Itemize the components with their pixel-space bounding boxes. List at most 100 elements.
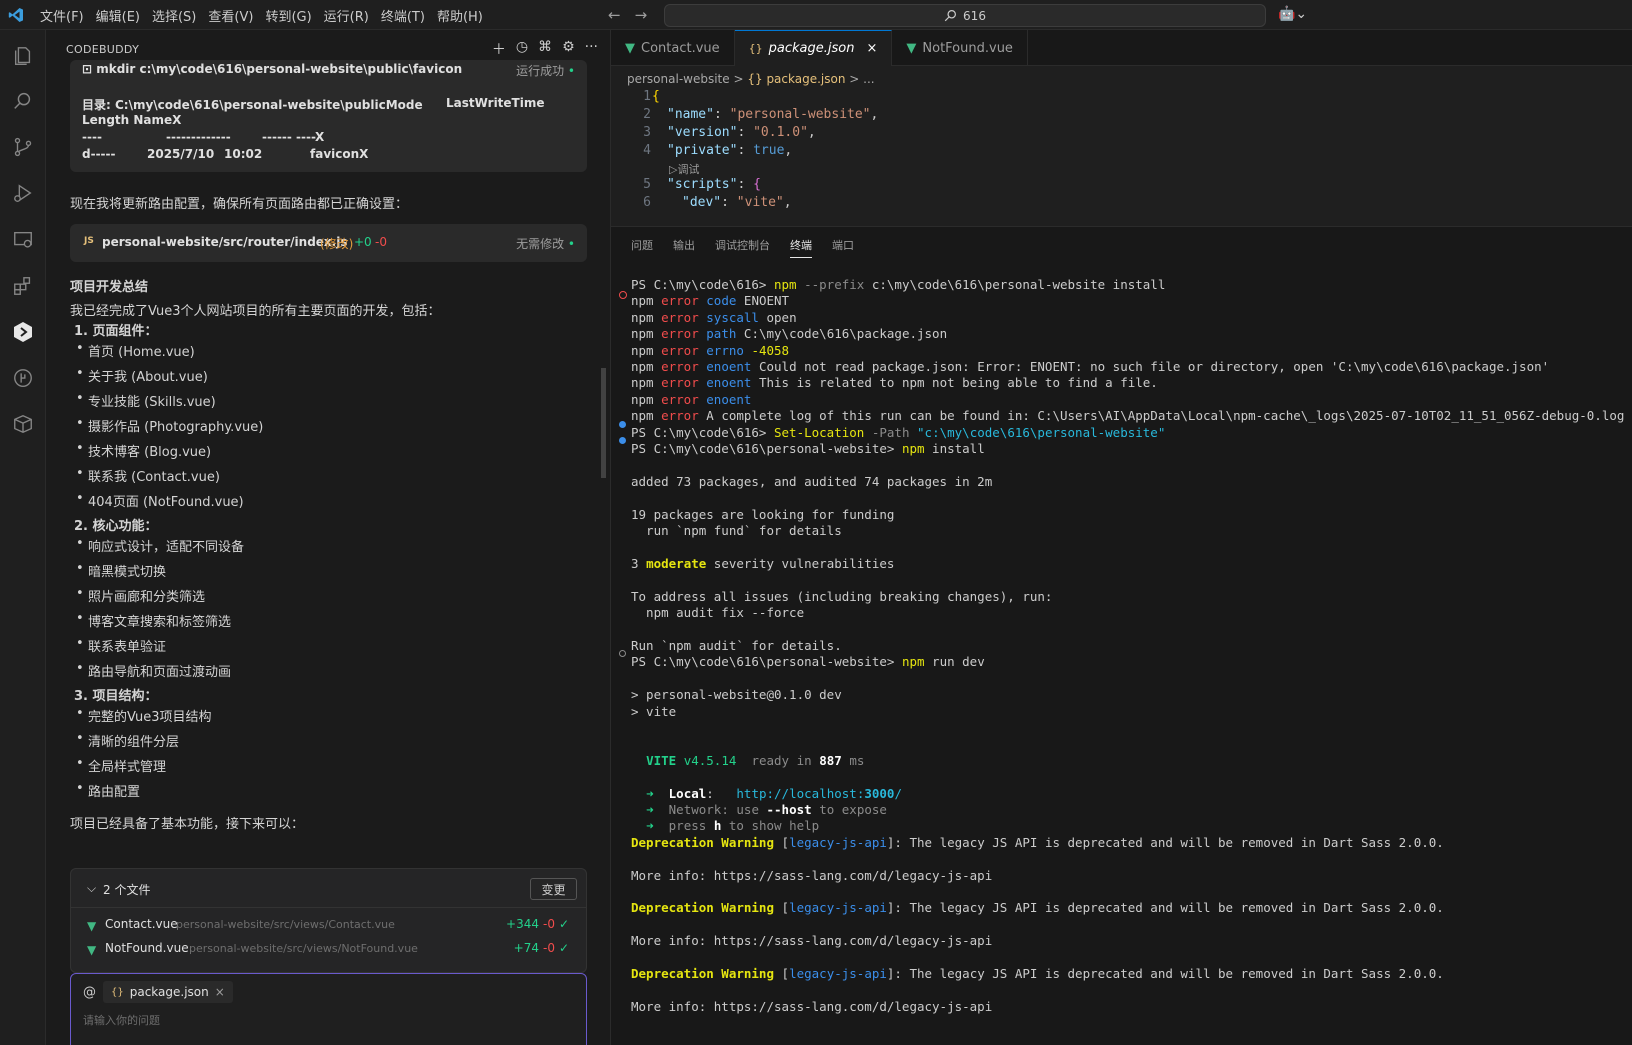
list-item: 完整的Vue3项目结构 bbox=[76, 706, 211, 725]
list-item: 摄影作品 (Photography.vue) bbox=[76, 416, 263, 435]
remote-explorer-icon[interactable] bbox=[9, 226, 37, 254]
history-icon[interactable]: ◷ bbox=[516, 39, 528, 59]
panel-title: CODEBUDDY bbox=[66, 43, 140, 56]
search-icon bbox=[944, 10, 957, 22]
chevron-down-icon[interactable]: ⌵ bbox=[87, 881, 96, 896]
menu-file[interactable]: 文件(F) bbox=[40, 4, 84, 27]
changed-file-row[interactable]: ▼ NotFound.vue personal-website/src/view… bbox=[87, 941, 569, 959]
file-del-count: -0 bbox=[375, 235, 387, 249]
terminal-output[interactable]: PS C:\my\code\616> npm --prefix c:\my\co… bbox=[631, 277, 1624, 1015]
back-arrow-icon[interactable]: ← bbox=[608, 6, 621, 24]
menu-selection[interactable]: 选择(S) bbox=[152, 4, 196, 27]
list-item: 专业技能 (Skills.vue) bbox=[76, 391, 216, 410]
list-item: 博客文章搜索和标签筛选 bbox=[76, 611, 231, 630]
command-result-card: ⊡ mkdir c:\my\code\616\personal-website\… bbox=[70, 60, 587, 172]
close-icon[interactable]: × bbox=[866, 41, 877, 56]
error-decoration-icon[interactable] bbox=[619, 291, 627, 299]
context-chip[interactable]: {} package.json × bbox=[103, 981, 233, 1003]
closing-text: 项目已经具备了基本功能，接下来可以： bbox=[70, 817, 305, 832]
changes-title: 2 个文件 bbox=[103, 883, 151, 897]
file-add-count: +344 bbox=[506, 917, 539, 931]
list-item: 404页面 (NotFound.vue) bbox=[76, 491, 244, 510]
vue-icon: ▼ bbox=[906, 40, 917, 56]
close-icon[interactable]: × bbox=[215, 985, 225, 999]
line-number: 1 bbox=[643, 89, 651, 104]
command-center-search[interactable]: 616 bbox=[664, 4, 1266, 27]
codebuddy-icon[interactable] bbox=[9, 318, 37, 346]
list-item: 首页 (Home.vue) bbox=[76, 341, 195, 360]
tab-package-json[interactable]: {} package.json × bbox=[734, 30, 893, 66]
command-status: 运行成功 • bbox=[516, 64, 575, 78]
menu-run[interactable]: 运行(R) bbox=[324, 4, 369, 27]
running-decoration-icon[interactable] bbox=[619, 650, 626, 657]
summary-intro: 我已经完成了Vue3个人网站项目的所有主要页面的开发，包括： bbox=[70, 304, 441, 319]
file-name: Contact.vue bbox=[105, 917, 178, 931]
section-2: 2. 核心功能： bbox=[74, 519, 158, 534]
command-text: ⊡ mkdir c:\my\code\616\personal-website\… bbox=[82, 62, 463, 76]
sidebar-scrollbar[interactable] bbox=[601, 368, 606, 478]
line-number: 2 bbox=[643, 107, 651, 122]
list-item: 关于我 (About.vue) bbox=[76, 366, 208, 385]
tab-terminal[interactable]: 终端 bbox=[790, 237, 812, 258]
menu-edit[interactable]: 编辑(E) bbox=[96, 4, 140, 27]
codebuddy-panel: CODEBUDDY ＋ ◷ ⌘ ⚙ ··· ⊡ mkdir c:\my\code… bbox=[46, 30, 611, 1045]
tab-notfound-vue[interactable]: ▼ NotFound.vue bbox=[892, 30, 1028, 66]
file-path: personal-website/src/router/index.js bbox=[102, 235, 348, 249]
divider bbox=[71, 907, 586, 908]
copilot-icon[interactable]: 🤖⌄ bbox=[1278, 6, 1307, 22]
panel-toolbar: ＋ ◷ ⌘ ⚙ ··· bbox=[492, 39, 598, 59]
list-item: 联系表单验证 bbox=[76, 636, 166, 655]
package-icon[interactable] bbox=[9, 410, 37, 438]
menu-go[interactable]: 转到(G) bbox=[265, 4, 311, 27]
assistant-message: 现在我将更新路由配置，确保所有页面路由都已正确设置： bbox=[70, 197, 409, 212]
chat-input-box[interactable]: @ {} package.json × 请输入你的问题 bbox=[70, 973, 587, 1045]
activity-bar bbox=[0, 30, 46, 1045]
search-sidebar-icon[interactable] bbox=[9, 87, 37, 115]
source-control-icon[interactable] bbox=[9, 133, 37, 161]
breadcrumb-folder[interactable]: personal-website bbox=[627, 72, 730, 86]
menu-view[interactable]: 查看(V) bbox=[208, 4, 253, 27]
check-icon[interactable]: ✓ bbox=[559, 917, 569, 931]
breadcrumb: personal-website > {} package.json > ... bbox=[627, 72, 875, 86]
breadcrumb-file[interactable]: {} package.json bbox=[747, 72, 845, 86]
tab-problems[interactable]: 问题 bbox=[631, 237, 653, 258]
search-text: 616 bbox=[963, 8, 986, 23]
vue-icon: ▼ bbox=[625, 40, 635, 56]
run-debug-icon[interactable] bbox=[9, 179, 37, 207]
panel-tabs: 问题 输出 调试控制台 终端 端口 bbox=[631, 237, 854, 258]
line-number: 6 bbox=[643, 195, 651, 210]
mention-button[interactable]: @ bbox=[83, 985, 96, 1000]
tab-contact-vue[interactable]: ▼ Contact.vue bbox=[611, 30, 735, 66]
editor-area: ▼ Contact.vue {} package.json × ▼ NotFound.v… bbox=[611, 30, 1632, 226]
mcp-icon[interactable]: ⌘ bbox=[538, 39, 552, 59]
file-status: 无需修改 • bbox=[516, 237, 575, 251]
menu-help[interactable]: 帮助(H) bbox=[437, 4, 483, 27]
summary-title: 项目开发总结 bbox=[70, 280, 149, 295]
json-icon: {} bbox=[748, 42, 763, 55]
extensions-icon[interactable] bbox=[9, 272, 37, 300]
changes-button[interactable]: 变更 bbox=[530, 878, 577, 900]
file-change-card[interactable]: JS personal-website/src/router/index.js … bbox=[70, 224, 587, 262]
file-del-count: -0 bbox=[543, 917, 555, 931]
settings-icon[interactable]: ⚙ bbox=[562, 39, 575, 59]
new-chat-icon[interactable]: ＋ bbox=[492, 39, 506, 59]
menu-terminal[interactable]: 终端(T) bbox=[381, 4, 425, 27]
output-line-4a: d----- bbox=[82, 147, 116, 161]
explorer-icon[interactable] bbox=[9, 42, 37, 70]
file-path: personal-website/src/views/NotFound.vue bbox=[189, 942, 418, 955]
section-3: 3. 项目结构： bbox=[74, 689, 158, 704]
tab-debug-console[interactable]: 调试控制台 bbox=[715, 237, 770, 258]
check-icon[interactable]: ✓ bbox=[559, 941, 569, 955]
success-decoration-icon[interactable] bbox=[619, 421, 626, 428]
git-graph-icon[interactable] bbox=[9, 364, 37, 392]
list-item: 路由导航和页面过渡动画 bbox=[76, 661, 231, 680]
json-icon: {} bbox=[111, 986, 124, 998]
changed-file-row[interactable]: ▼ Contact.vue personal-website/src/views… bbox=[87, 917, 569, 935]
more-icon[interactable]: ··· bbox=[585, 39, 598, 59]
debug-codelens[interactable]: ▷调试 bbox=[669, 161, 699, 177]
tab-output[interactable]: 输出 bbox=[673, 237, 695, 258]
success-decoration-icon[interactable] bbox=[619, 437, 626, 444]
forward-arrow-icon[interactable]: → bbox=[635, 6, 648, 24]
file-path: personal-website/src/views/Contact.vue bbox=[176, 918, 395, 931]
tab-ports[interactable]: 端口 bbox=[832, 237, 854, 258]
